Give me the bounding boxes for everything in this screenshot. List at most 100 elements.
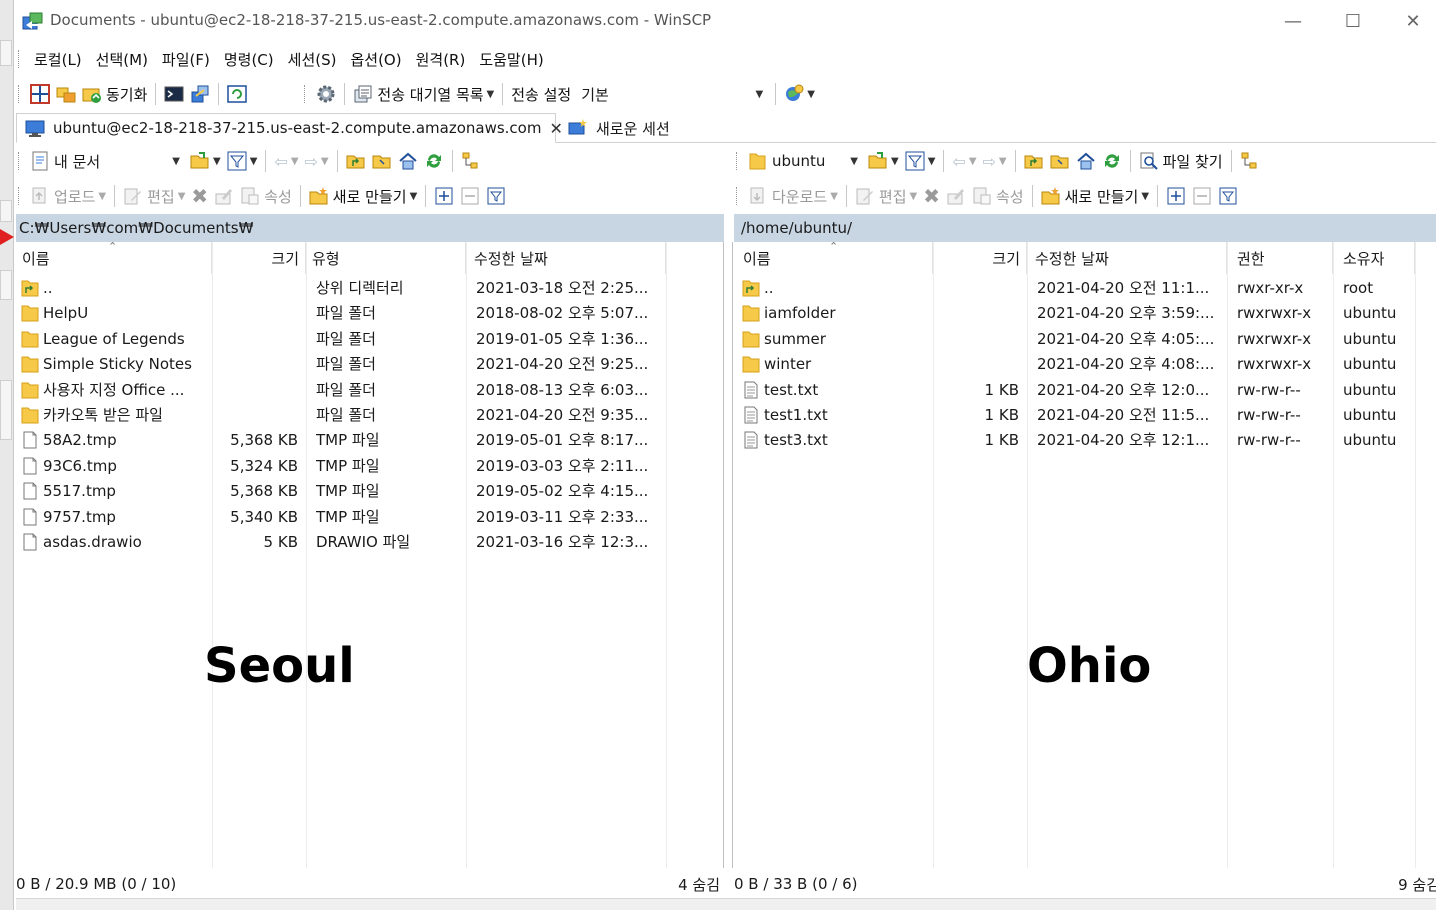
left-filter-select-button[interactable] (483, 183, 509, 209)
right-filter-select-button[interactable] (1215, 183, 1241, 209)
left-hidden-count[interactable]: 4 숨김 (678, 874, 720, 895)
table-row[interactable]: 9757.tmp 5,340 KB TMP 파일 2019-03-11 오후 2:33… (16, 505, 723, 530)
right-properties-button[interactable]: 속성 (969, 183, 1027, 209)
close-window-button[interactable]: ✕ (1390, 6, 1436, 36)
table-row[interactable]: .. 2021-04-20 오전 11:1... rwxr-xr-x root (733, 276, 1436, 301)
table-row[interactable]: asdas.drawio 5 KB DRAWIO 파일 2021-03-16 오후 1… (16, 530, 723, 555)
left-unselect-button[interactable] (457, 183, 483, 209)
right-hidden-count[interactable]: 9 숨김 (1398, 874, 1436, 895)
left-open-directory-button[interactable]: ▼ (187, 148, 224, 174)
right-home-button[interactable] (1073, 148, 1099, 174)
menu-local[interactable]: 로컬(L) (27, 49, 89, 70)
left-new-button[interactable]: 새로 만들기 ▼ (306, 183, 420, 209)
column-header-size[interactable]: 크기 (933, 242, 1027, 274)
left-forward-button[interactable]: ⇨ ▼ (302, 148, 332, 174)
table-row[interactable]: 사용자 지정 Office ... 파일 폴더 2018-08-13 오후 6:03… (16, 378, 723, 403)
menu-mark[interactable]: 선택(M) (89, 49, 155, 70)
customize-toolbar-button[interactable]: ▼ (781, 81, 818, 107)
right-back-button[interactable]: ⇦ ▼ (949, 148, 979, 174)
left-file-panel[interactable]: 이름 ⌃ 크기 유형 수정한 날짜 .. 상위 디렉터리 2021-03-18 오전… (16, 242, 724, 868)
right-refresh-button[interactable] (1099, 148, 1125, 174)
left-parent-directory-button[interactable] (343, 148, 369, 174)
menu-session[interactable]: 세션(S) (281, 49, 344, 70)
left-root-directory-button[interactable] (369, 148, 395, 174)
left-tree-toggle-button[interactable] (458, 148, 484, 174)
right-open-directory-button[interactable]: ▼ (865, 148, 902, 174)
refresh-panels-button[interactable] (224, 81, 250, 107)
table-row[interactable]: .. 상위 디렉터리 2021-03-18 오전 2:25... (16, 276, 723, 301)
column-header-owner[interactable]: 소유자 (1333, 242, 1415, 274)
left-path-bar[interactable]: C:₩Users₩com₩Documents₩ (16, 214, 724, 242)
table-row[interactable]: 카카오톡 받은 파일 파일 폴더 2021-04-20 오전 9:35... (16, 403, 723, 428)
right-file-panel[interactable]: 이름 ⌃ 크기 수정한 날짜 권한 소유자 .. 2021-04-20 오전 11… (732, 242, 1436, 868)
right-forward-button[interactable]: ⇨ ▼ (980, 148, 1010, 174)
column-header-date[interactable]: 수정한 날짜 (1027, 242, 1227, 274)
menu-commands[interactable]: 명령(C) (217, 49, 281, 70)
left-refresh-button[interactable] (421, 148, 447, 174)
column-header-type[interactable]: 유형 (306, 242, 466, 274)
table-row[interactable]: 93C6.tmp 5,324 KB TMP 파일 2019-03-03 오후 2:11… (16, 454, 723, 479)
left-delete-button[interactable]: ✖ (188, 183, 211, 209)
right-root-directory-button[interactable] (1047, 148, 1073, 174)
open-terminal-button[interactable] (161, 81, 187, 107)
right-filter-button[interactable]: ▼ (902, 148, 939, 174)
column-header-name[interactable]: 이름 ⌃ (733, 242, 933, 274)
left-back-button[interactable]: ⇦ ▼ (271, 148, 301, 174)
column-header-size[interactable]: 크기 (212, 242, 306, 274)
right-parent-directory-button[interactable] (1021, 148, 1047, 174)
tab-new-session[interactable]: 새로운 세션 (560, 113, 678, 143)
left-location-select[interactable]: 내 문서 ▼ (27, 148, 187, 174)
right-unselect-button[interactable] (1189, 183, 1215, 209)
open-putty-button[interactable] (187, 81, 213, 107)
maximize-button[interactable]: ☐ (1330, 6, 1376, 36)
table-row[interactable]: League of Legends 파일 폴더 2019-01-05 오후 1:36… (16, 327, 723, 352)
right-new-button[interactable]: 새로 만들기 ▼ (1038, 183, 1152, 209)
compare-directories-button[interactable] (27, 81, 53, 107)
table-row[interactable]: iamfolder 2021-04-20 오후 3:59:... rwxrwxr-x… (733, 301, 1436, 326)
table-row[interactable]: 58A2.tmp 5,368 KB TMP 파일 2019-05-01 오후 8:17… (16, 428, 723, 453)
right-path-bar[interactable]: /home/ubuntu/ (734, 214, 1436, 242)
column-header-name[interactable]: 이름 ⌃ (16, 242, 212, 274)
right-tree-toggle-button[interactable] (1237, 148, 1263, 174)
menu-files[interactable]: 파일(F) (155, 49, 217, 70)
minimize-button[interactable]: — (1270, 6, 1316, 36)
queue-list-button[interactable]: 전송 대기열 목록 ▼ (350, 81, 497, 107)
download-button[interactable]: 다운로드 ▼ (745, 183, 841, 209)
synchronize-button[interactable]: 동기화 (79, 81, 150, 107)
left-filter-button[interactable]: ▼ (224, 148, 261, 174)
table-row[interactable]: winter 2021-04-20 오후 4:08:... rwxrwxr-x ubu… (733, 352, 1436, 377)
toolbar-grip[interactable] (736, 187, 739, 205)
toolbar-grip[interactable] (304, 85, 307, 103)
find-files-button[interactable]: 파일 찾기 (1136, 148, 1226, 174)
right-edit-button[interactable]: 편집 ▼ (852, 183, 920, 209)
right-select-all-button[interactable] (1163, 183, 1189, 209)
table-row[interactable]: summer 2021-04-20 오후 4:05:... rwxrwxr-x ubu… (733, 327, 1436, 352)
toolbar-grip[interactable] (18, 187, 21, 205)
table-row[interactable]: test1.txt 1 KB 2021-04-20 오전 11:5... rw-rw-… (733, 403, 1436, 428)
right-delete-button[interactable]: ✖ (920, 183, 943, 209)
menu-options[interactable]: 옵션(O) (343, 49, 408, 70)
toolbar-grip[interactable] (736, 152, 739, 170)
table-row[interactable]: HelpU 파일 폴더 2018-08-02 오후 5:07... (16, 301, 723, 326)
toolbar-grip[interactable] (18, 50, 21, 68)
column-header-date[interactable]: 수정한 날짜 (466, 242, 666, 274)
upload-button[interactable]: 업로드 ▼ (27, 183, 109, 209)
table-row[interactable]: test3.txt 1 KB 2021-04-20 오후 12:1... rw-rw-… (733, 428, 1436, 453)
left-select-all-button[interactable] (431, 183, 457, 209)
table-row[interactable]: 5517.tmp 5,368 KB TMP 파일 2019-05-02 오후 4:15… (16, 479, 723, 504)
table-row[interactable]: Simple Sticky Notes 파일 폴더 2021-04-20 오전 9:… (16, 352, 723, 377)
right-rename-button[interactable] (943, 183, 969, 209)
tab-session[interactable]: ubuntu@ec2-18-218-37-215.us-east-2.compu… (16, 113, 563, 143)
toolbar-grip[interactable] (18, 85, 21, 103)
left-edit-button[interactable]: 편집 ▼ (120, 183, 188, 209)
transfer-settings-select[interactable]: 기본 ▼ (574, 81, 771, 107)
left-home-button[interactable] (395, 148, 421, 174)
toolbar-grip[interactable] (18, 152, 21, 170)
left-rename-button[interactable] (211, 183, 237, 209)
table-row[interactable]: test.txt 1 KB 2021-04-20 오후 12:0... rw-rw-r… (733, 378, 1436, 403)
right-location-select[interactable]: ubuntu ▼ (745, 148, 865, 174)
menu-help[interactable]: 도움말(H) (472, 49, 550, 70)
preferences-button[interactable] (313, 81, 339, 107)
menu-remote[interactable]: 원격(R) (409, 49, 473, 70)
title-bar[interactable]: Documents - ubuntu@ec2-18-218-37-215.us-… (16, 0, 1436, 42)
